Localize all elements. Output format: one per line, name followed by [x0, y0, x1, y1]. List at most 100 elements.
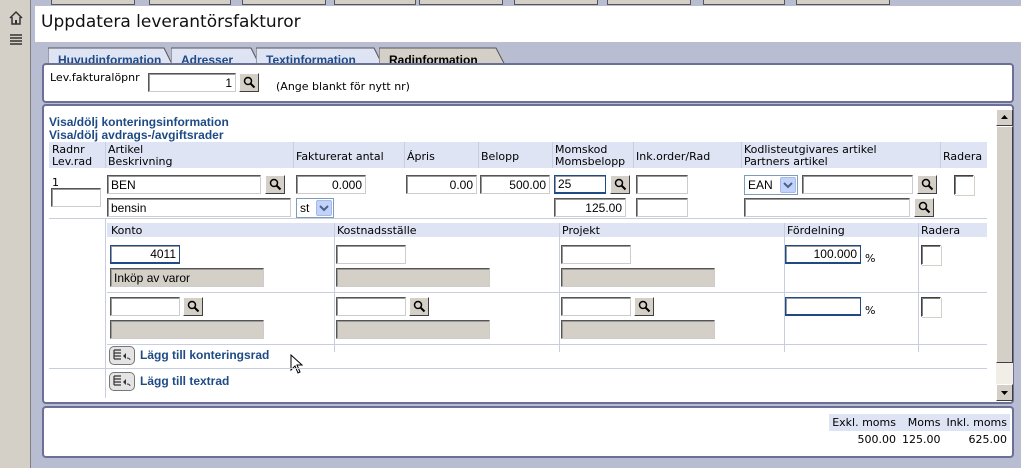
konto-name-field	[110, 320, 264, 339]
totals-header: Moms	[907, 416, 941, 429]
inkorder-input[interactable]	[636, 175, 688, 194]
top-tab[interactable]	[607, 0, 691, 5]
search-icon	[918, 201, 931, 214]
top-tab[interactable]	[419, 0, 503, 5]
invoice-number-label: Lev.fakturalöpnr	[50, 71, 140, 84]
projekt-input[interactable]	[561, 245, 631, 264]
kostnadsstalle-name-field	[336, 320, 490, 339]
header-apris: Ápris	[407, 150, 435, 163]
toggle-accounting-link[interactable]: Visa/dölj konteringsinformation	[49, 115, 229, 129]
search-icon	[243, 76, 256, 89]
search-icon	[638, 300, 651, 313]
percent-label: %	[865, 252, 876, 265]
top-tab[interactable]	[703, 0, 785, 5]
top-tab[interactable]	[51, 0, 135, 5]
page-title: Uppdatera leverantörsfakturor	[41, 12, 301, 32]
scroll-up-button[interactable]	[996, 109, 1013, 126]
header-artikel: Artikel Beskrivning	[108, 143, 173, 168]
acct-delete-checkbox[interactable]	[921, 297, 941, 317]
projekt-name-field	[561, 268, 715, 287]
konto-input[interactable]	[110, 245, 180, 264]
add-text-row-button[interactable]	[109, 372, 135, 391]
header-inkorder: Ink.order/Rad	[636, 150, 711, 163]
totals-table: Exkl. moms Moms Inkl. moms 500.00 125.00…	[829, 414, 1010, 448]
add-accounting-row-link[interactable]: Lägg till konteringsrad	[140, 348, 269, 362]
artikel-input[interactable]	[107, 175, 261, 194]
konto-name-field	[110, 268, 264, 287]
add-row-icon	[113, 375, 131, 387]
top-tab[interactable]	[149, 0, 231, 5]
projekt-search-button[interactable]	[634, 297, 654, 316]
acct-header-fordelning: Fördelning	[787, 224, 845, 237]
invoice-panel: Lev.fakturalöpnr (Ange blankt för nytt n…	[42, 63, 1014, 103]
content-area: Uppdatera leverantörsfakturor Huvudinfor…	[35, 6, 1021, 462]
kodlist-value-input[interactable]	[802, 175, 913, 194]
main-area: Uppdatera leverantörsfakturor Huvudinfor…	[31, 0, 1021, 468]
search-icon	[921, 178, 934, 191]
total-exkl-moms: 500.00	[857, 433, 896, 446]
header-radera: Radera	[943, 150, 983, 163]
acct-header-konto: Konto	[111, 224, 143, 237]
header-belopp: Belopp	[481, 150, 520, 163]
scroll-thumb[interactable]	[996, 126, 1013, 363]
top-tab[interactable]	[242, 0, 326, 5]
fordelning-input[interactable]	[785, 245, 861, 264]
inkrad-input[interactable]	[636, 198, 688, 217]
vertical-scrollbar[interactable]	[996, 109, 1013, 401]
momskod-input[interactable]	[554, 175, 606, 194]
add-text-row-link[interactable]: Lägg till textrad	[140, 374, 229, 388]
beskrivning-input[interactable]	[107, 198, 291, 217]
konto-input[interactable]	[110, 297, 180, 316]
totals-panel: Exkl. moms Moms Inkl. moms 500.00 125.00…	[42, 406, 1014, 458]
acct-delete-checkbox[interactable]	[921, 245, 941, 265]
acct-header-projekt: Projekt	[562, 224, 600, 237]
header-kodlist: Kodlisteutgivares artikel Partners artike…	[744, 143, 877, 168]
enhet-select[interactable]: st	[296, 198, 334, 218]
belopp-input[interactable]	[480, 175, 550, 194]
chevron-down-icon	[780, 177, 796, 193]
kostnadsstalle-input[interactable]	[336, 297, 406, 316]
line-delete-checkbox[interactable]	[954, 175, 974, 195]
totals-header: Exkl. moms	[832, 416, 896, 429]
totals-header: Inkl. moms	[946, 416, 1007, 429]
invoice-number-input[interactable]	[148, 73, 236, 92]
total-moms: 125.00	[901, 433, 941, 446]
kostnadsstalle-name-field	[336, 268, 490, 287]
momsbelopp-input[interactable]	[554, 198, 626, 217]
top-tab[interactable]	[334, 0, 416, 5]
search-icon	[614, 178, 627, 191]
konto-search-button[interactable]	[183, 297, 203, 316]
projekt-input[interactable]	[561, 297, 631, 316]
projekt-name-field	[561, 320, 715, 339]
home-icon[interactable]	[8, 10, 24, 26]
header-fakturerat: Fakturerat antal	[296, 150, 384, 163]
levrad-input[interactable]	[51, 188, 101, 207]
header-radnr: Radnr Lev.rad	[52, 143, 93, 168]
invoice-search-button[interactable]	[239, 73, 259, 92]
kodlist-type-select[interactable]: EAN	[744, 175, 798, 195]
fordelning-input[interactable]	[785, 297, 861, 316]
scroll-down-button[interactable]	[996, 384, 1013, 401]
left-toolbar	[0, 0, 31, 468]
invoice-hint: (Ange blankt för nytt nr)	[276, 80, 410, 93]
antal-input[interactable]	[296, 175, 366, 194]
percent-label: %	[865, 304, 876, 317]
toggle-deductions-link[interactable]: Visa/dölj avdrags-/avgiftsrader	[49, 128, 224, 142]
acct-header-radera: Radera	[921, 224, 961, 237]
apris-input[interactable]	[406, 175, 477, 194]
momskod-search-button[interactable]	[610, 175, 630, 194]
kodlist-search-button[interactable]	[917, 175, 937, 194]
partners-artikel-input[interactable]	[744, 198, 910, 217]
list-icon[interactable]	[8, 32, 24, 48]
kostnadsstalle-input[interactable]	[336, 245, 406, 264]
line-panel: Visa/dölj konteringsinformation Visa/döl…	[42, 104, 1014, 404]
search-icon	[269, 178, 282, 191]
top-tab[interactable]	[796, 0, 890, 5]
mouse-cursor-icon	[290, 354, 304, 374]
kostnadsstalle-search-button[interactable]	[409, 297, 429, 316]
add-row-icon	[113, 349, 131, 361]
partners-search-button[interactable]	[914, 198, 934, 217]
artikel-search-button[interactable]	[265, 175, 285, 194]
top-tab[interactable]	[514, 0, 598, 5]
add-accounting-row-button[interactable]	[109, 346, 135, 365]
